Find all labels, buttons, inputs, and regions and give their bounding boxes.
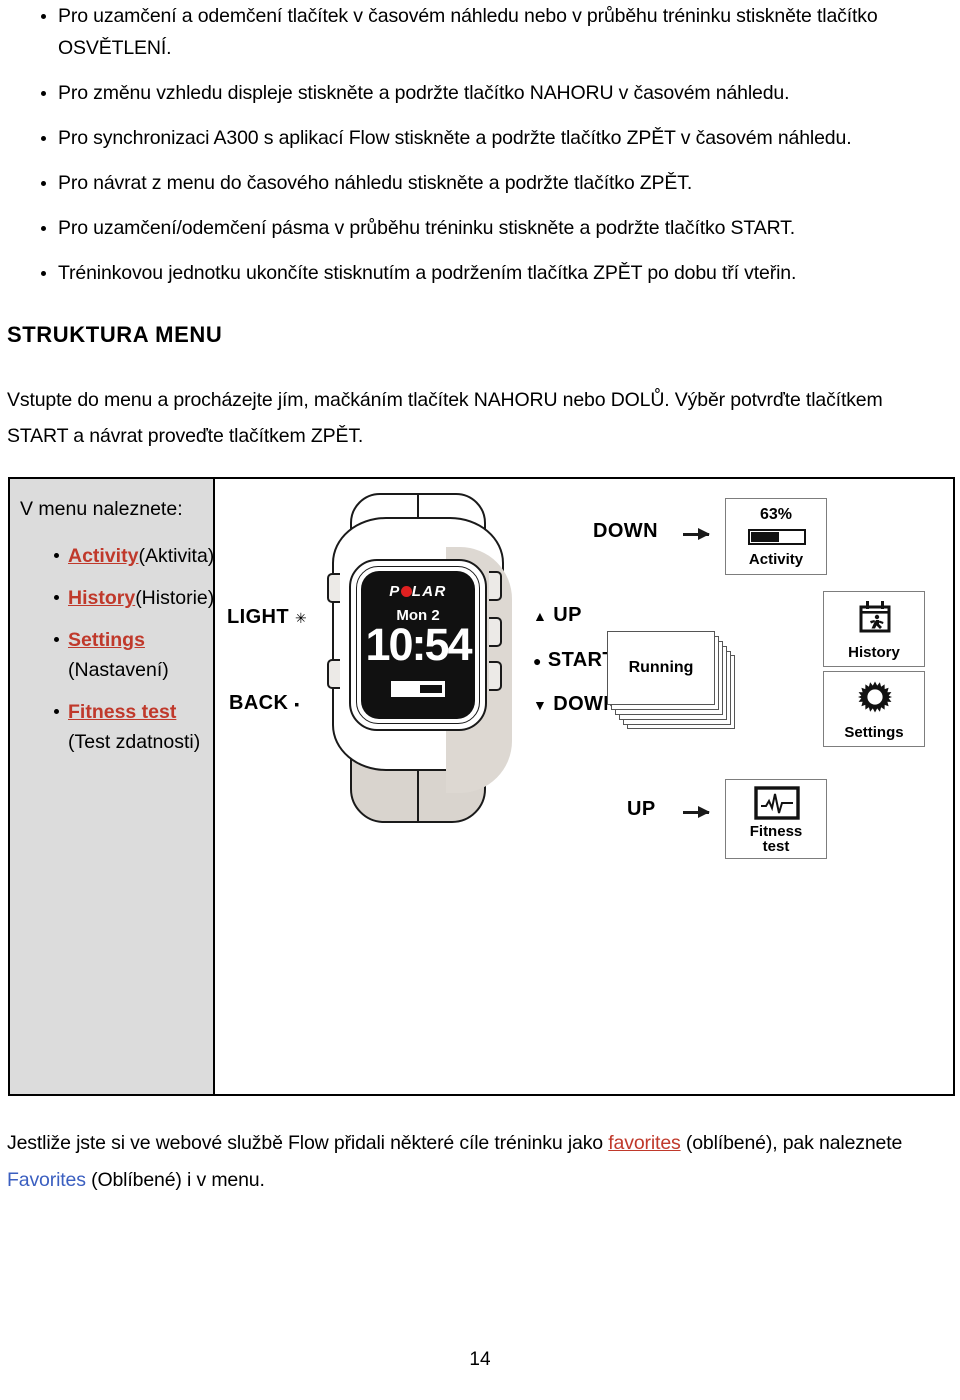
calendar-running-icon [859, 601, 891, 633]
menu-box-settings[interactable]: Settings [823, 671, 925, 747]
bullet-text: Tréninkovou jednotku ukončíte stisknutím… [58, 262, 797, 284]
label-down-button: ▼ DOWN [533, 693, 619, 715]
bullet-dot-icon [41, 91, 46, 96]
menu-link-settings[interactable]: Settings [68, 629, 145, 651]
menu-link-history[interactable]: History [68, 587, 135, 609]
menu-box-running-stack[interactable]: Running [607, 631, 735, 729]
list-item: Pro synchronizaci A300 s aplikací Flow s… [0, 122, 960, 154]
label-start-button: ● START [533, 649, 616, 671]
menu-link-fitness-test[interactable]: Fitness test [68, 701, 176, 723]
document-page: Pro uzamčení a odemčení tlačítek v časov… [0, 0, 960, 1400]
bullet-dot-icon [54, 553, 59, 558]
bullet-text: Pro uzamčení a odemčení tlačítek v časov… [58, 5, 878, 59]
menu-box-history[interactable]: History [823, 591, 925, 667]
list-item: History(Historie) [10, 583, 215, 613]
bullet-dot-icon [41, 14, 46, 19]
menu-item-translation: (Aktivita) [138, 545, 215, 567]
watch-button-start[interactable] [489, 617, 502, 647]
triangle-up-icon: ▲ [533, 608, 548, 624]
footer-paragraph: Jestliže jste si ve webové službě Flow p… [7, 1125, 947, 1199]
polar-logo-dot-icon [400, 586, 412, 597]
menu-item-translation: (Historie) [135, 587, 215, 609]
activity-progress-bar [748, 529, 806, 545]
menu-box-history-label: History [848, 644, 900, 661]
watch-button-back[interactable] [327, 659, 340, 689]
label-light-button: LIGHT ✳ [227, 606, 308, 628]
menu-structure-table: V menu naleznete: Activity(Aktivita) His… [8, 477, 955, 1096]
list-item: Tréninkovou jednotku ukončíte stisknutím… [0, 257, 960, 289]
menu-box-running[interactable]: Running [607, 631, 715, 705]
menu-structure-diagram: P LAR Mon 2 10:54 LIGHT ✳ BACK ▪ ▲ UP ● … [215, 479, 957, 1098]
menu-list-cell: V menu naleznete: Activity(Aktivita) His… [10, 479, 215, 1094]
menu-box-activity[interactable]: 63% Activity [725, 498, 827, 575]
section-heading: STRUKTURA MENU [7, 322, 223, 347]
watch-screen-time: 10:54 [365, 619, 472, 670]
menu-link-activity[interactable]: Activity [68, 545, 138, 567]
instruction-bullet-list: Pro uzamčení a odemčení tlačítek v časov… [0, 0, 960, 302]
watch-screen-activity-bar-fill [420, 685, 442, 693]
sun-icon: ✳ [294, 610, 308, 626]
list-item: Pro návrat z menu do časového náhledu st… [0, 167, 960, 199]
watch-screen-activity-bar [391, 681, 445, 697]
watch-screen: P LAR Mon 2 10:54 [361, 571, 475, 719]
gear-icon [858, 681, 892, 713]
watch-button-down[interactable] [489, 661, 502, 691]
list-item: Fitness test (Test zdatnosti) [10, 697, 215, 757]
watch-button-up[interactable] [489, 571, 502, 601]
footer-text-part2: (oblíbené), pak naleznete [680, 1132, 903, 1154]
menu-box-activity-label: Activity [748, 551, 804, 568]
ecg-waveform-icon [754, 786, 800, 820]
bullet-dot-icon [41, 136, 46, 141]
arrow-right-icon [683, 528, 710, 539]
menu-box-fitness-test-label: Fitness test [749, 823, 803, 855]
circle-icon: ● [533, 653, 542, 669]
label-back-button: BACK ▪ [229, 692, 300, 714]
footer-text-part1: Jestliže jste si ve webové službě Flow p… [7, 1132, 609, 1154]
page-number: 14 [469, 1349, 491, 1370]
intro-paragraph: Vstupte do menu a procházejte jím, mačká… [7, 389, 883, 447]
bullet-dot-icon [54, 595, 59, 600]
arrow-right-icon [683, 806, 710, 817]
menu-box-running-label: Running [628, 659, 694, 676]
activity-percent: 63% [759, 506, 793, 523]
menu-box-fitness-test[interactable]: Fitness test [725, 779, 827, 859]
footer-text-part3: (Oblíbené) i v menu. [85, 1169, 265, 1191]
bullet-dot-icon [41, 226, 46, 231]
nav-label-down-top: DOWN [593, 520, 658, 542]
bullet-text: Pro synchronizaci A300 s aplikací Flow s… [58, 127, 852, 149]
polar-a300-watch-illustration: P LAR Mon 2 10:54 [323, 493, 513, 823]
watch-button-light[interactable] [327, 573, 340, 603]
bullet-dot-icon [54, 637, 59, 642]
footer-link-favorites-en[interactable]: favorites [608, 1132, 681, 1154]
bullet-dot-icon [41, 181, 46, 186]
activity-progress-bar-fill [751, 532, 779, 542]
footer-link-favorites-menu[interactable]: Favorites [7, 1169, 86, 1191]
menu-item-translation: (Nastavení) [68, 659, 169, 681]
bullet-text: Pro uzamčení/odemčení pásma v průběhu tr… [58, 217, 796, 239]
bullet-text: Pro návrat z menu do časového náhledu st… [58, 172, 693, 194]
list-item: Pro změnu vzhledu displeje stiskněte a p… [0, 77, 960, 109]
menu-box-settings-label: Settings [844, 724, 904, 741]
menu-item-translation: (Test zdatnosti) [68, 731, 201, 753]
list-item: Settings (Nastavení) [10, 625, 215, 685]
list-item: Pro uzamčení a odemčení tlačítek v časov… [0, 0, 960, 64]
menu-list-title: V menu naleznete: [20, 498, 183, 520]
polar-logo: P LAR [389, 583, 447, 600]
bullet-dot-icon [54, 709, 59, 714]
bullet-dot-icon [41, 271, 46, 276]
triangle-down-icon: ▼ [533, 697, 548, 713]
list-item: Activity(Aktivita) [10, 541, 215, 571]
label-up-button: ▲ UP [533, 604, 582, 626]
nav-label-up-bottom: UP [627, 798, 656, 820]
menu-diagram-cell: P LAR Mon 2 10:54 LIGHT ✳ BACK ▪ ▲ UP ● … [215, 479, 953, 1094]
list-item: Pro uzamčení/odemčení pásma v průběhu tr… [0, 212, 960, 244]
menu-item-list: Activity(Aktivita) History(Historie) Set… [10, 541, 215, 769]
bullet-text: Pro změnu vzhledu displeje stiskněte a p… [58, 82, 790, 104]
square-icon: ▪ [294, 696, 300, 712]
